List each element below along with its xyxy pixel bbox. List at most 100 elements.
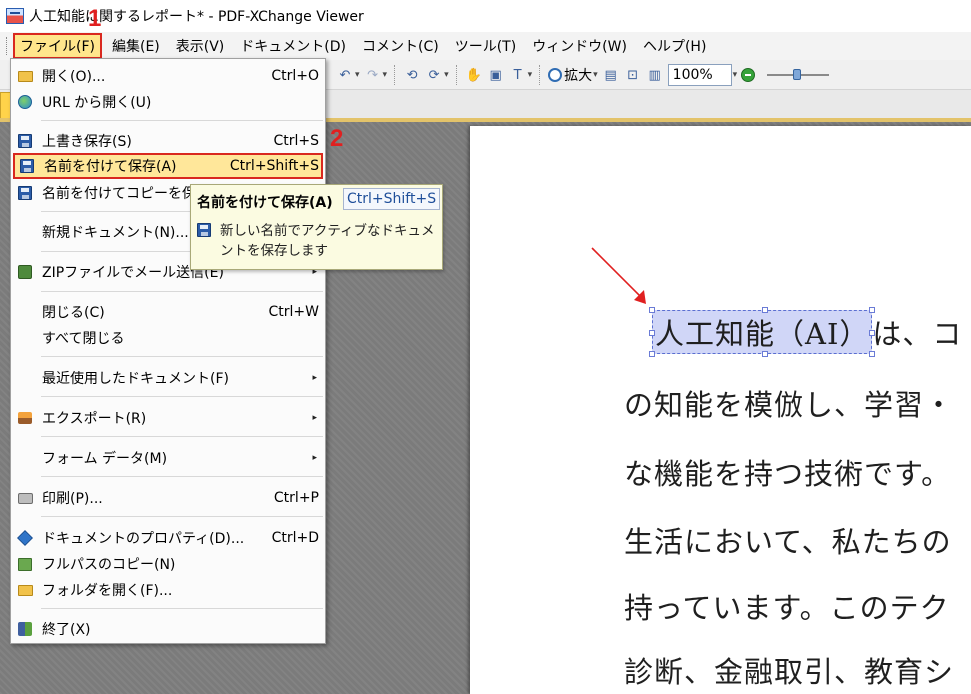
open-folder-icon (17, 582, 33, 598)
rotate-dropdown-icon[interactable]: ▾ (444, 70, 449, 80)
zoom-level-dropdown-icon[interactable]: ▾ (733, 70, 738, 80)
save-as-tooltip: 名前を付けて保存(A) Ctrl+Shift+S 新しい名前でアクティブなドキュ… (190, 184, 443, 270)
zoom-in-dropdown-icon[interactable]: ▾ (593, 70, 598, 80)
properties-icon (17, 530, 33, 546)
menu-item-open[interactable]: 開く(O)... Ctrl+O (11, 63, 325, 89)
rotate-left-icon[interactable]: ⟲ (403, 66, 421, 84)
selection-handle[interactable] (649, 351, 655, 357)
zip-mail-icon (17, 264, 33, 280)
zoom-out-icon[interactable] (741, 68, 756, 82)
document-line-4: 生活において、私たちの (624, 525, 952, 559)
document-line-6: 診断、金融取引、教育シ (624, 655, 955, 689)
menu-item-new-document[interactable]: 新規ドキュメント(N)... (11, 219, 191, 245)
menu-item-form-data[interactable]: フォーム データ(M) ▸ (11, 445, 325, 471)
app-icon (6, 8, 24, 24)
menu-item-export[interactable]: エクスポート(R) ▸ (11, 405, 325, 431)
menu-item-save[interactable]: 上書き保存(S) Ctrl+S (11, 128, 325, 154)
menu-view[interactable]: 表示(V) (168, 33, 233, 59)
fit-page-icon[interactable]: ⊡ (624, 66, 642, 84)
step-2-callout: 2 (330, 125, 344, 152)
menu-item-label: 上書き保存(S) (42, 134, 132, 150)
menu-item-exit[interactable]: 終了(X) (11, 616, 325, 642)
menu-item-shortcut: Ctrl+W (268, 304, 319, 320)
window-title: 人工知能に関するレポート* - PDF-XChange Viewer (29, 9, 364, 25)
snapshot-icon[interactable]: ▣ (487, 66, 505, 84)
printer-icon (17, 490, 33, 506)
fit-width-icon[interactable]: ▥ (646, 66, 664, 84)
zoom-in-icon (548, 68, 563, 82)
menu-grip[interactable] (6, 37, 9, 55)
undo-icon[interactable]: ↶ (336, 66, 354, 84)
hand-tool-icon[interactable]: ✋ (465, 66, 483, 84)
menu-separator (41, 476, 323, 477)
undo-dropdown-icon[interactable]: ▾ (355, 70, 360, 80)
menu-item-copy-full-path[interactable]: フルパスのコピー(N) (11, 551, 325, 577)
menu-item-label: 名前を付けてコピーを保存 (42, 186, 191, 202)
document-line-5: 持っています。このテク (624, 591, 950, 625)
menu-item-recent-documents[interactable]: 最近使用したドキュメント(F) ▸ (11, 365, 325, 391)
menu-item-shortcut: Ctrl+Shift+S (229, 158, 319, 174)
menu-item-open-url[interactable]: URL から開く(U) (11, 89, 325, 115)
document-line-1: 人工知能（AI） は、コ (649, 307, 962, 357)
menu-item-save-copy[interactable]: 名前を付けてコピーを保存 (11, 180, 191, 206)
selection-handle[interactable] (869, 329, 876, 336)
zoom-level-input[interactable]: 100% (667, 64, 732, 86)
menu-comment[interactable]: コメント(C) (354, 33, 447, 59)
menu-item-label: 終了(X) (42, 622, 91, 638)
menu-help[interactable]: ヘルプ(H) (635, 33, 714, 59)
selected-text-box[interactable]: 人工知能（AI） (649, 307, 876, 357)
menu-tools[interactable]: ツール(T) (447, 33, 524, 59)
menu-separator (41, 211, 191, 212)
toolbar-separator (394, 65, 396, 85)
title-bar: 人工知能に関するレポート* - PDF-XChange Viewer (0, 0, 971, 32)
select-text-icon[interactable]: T (509, 66, 527, 84)
selection-handle[interactable] (649, 329, 655, 336)
menu-item-label: 最近使用したドキュメント(F) (42, 371, 229, 387)
menu-item-document-properties[interactable]: ドキュメントのプロパティ(D)... Ctrl+D (11, 525, 325, 551)
selection-handle[interactable] (649, 307, 655, 313)
menu-file[interactable]: ファイル(F) (13, 33, 102, 59)
submenu-arrow-icon: ▸ (312, 453, 317, 463)
menu-bar: ファイル(F) 編集(E) 表示(V) ドキュメント(D) コメント(C) ツー… (0, 32, 971, 60)
menu-item-label: エクスポート(R) (42, 411, 147, 427)
menu-separator (41, 436, 323, 437)
menu-item-shortcut: Ctrl+O (271, 68, 319, 84)
menu-item-close-all[interactable]: すべて閉じる (11, 325, 325, 351)
rotate-right-icon[interactable]: ⟳ (425, 66, 443, 84)
document-line-3: な機能を持つ技術です。 (624, 457, 952, 491)
menu-item-print[interactable]: 印刷(P)... Ctrl+P (11, 485, 325, 511)
menu-separator (41, 608, 323, 609)
menu-edit[interactable]: 編集(E) (104, 33, 168, 59)
menu-item-save-as[interactable]: 名前を付けて保存(A) Ctrl+Shift+S (13, 153, 323, 179)
menu-item-open-folder[interactable]: フォルダを開く(F)... (11, 577, 325, 603)
menu-item-label: 名前を付けて保存(A) (44, 159, 177, 175)
menu-item-label: フォルダを開く(F)... (42, 583, 173, 599)
selection-handle[interactable] (869, 307, 876, 313)
zoom-slider-thumb[interactable] (793, 69, 802, 80)
menu-separator (41, 396, 323, 397)
menu-item-label: フルパスのコピー(N) (42, 557, 176, 573)
save-disk-icon (17, 133, 33, 149)
document-line-2: の知能を模倣し、学習・ (624, 388, 955, 422)
file-menu-dropdown: 開く(O)... Ctrl+O URL から開く(U) 上書き保存(S) Ctr… (10, 58, 326, 644)
menu-item-shortcut: Ctrl+P (273, 490, 319, 506)
tooltip-title: 名前を付けて保存(A) (197, 195, 333, 211)
submenu-arrow-icon: ▸ (312, 413, 317, 423)
redo-icon[interactable]: ↷ (364, 66, 382, 84)
save-as-disk-icon (19, 158, 35, 174)
select-dropdown-icon[interactable]: ▾ (528, 70, 533, 80)
menu-document[interactable]: ドキュメント(D) (232, 33, 354, 59)
redo-dropdown-icon[interactable]: ▾ (383, 70, 388, 80)
actual-size-icon[interactable]: ▤ (602, 66, 620, 84)
menu-item-close[interactable]: 閉じる(C) Ctrl+W (11, 299, 325, 325)
selection-handle[interactable] (762, 307, 769, 313)
menu-separator (41, 516, 323, 517)
folder-icon (17, 68, 33, 84)
zoom-in-button[interactable]: 拡大 (548, 65, 592, 85)
menu-item-shortcut: Ctrl+D (271, 530, 319, 546)
menu-separator (41, 291, 323, 292)
zoom-slider[interactable] (767, 69, 830, 80)
selection-handle[interactable] (869, 351, 876, 357)
selection-handle[interactable] (762, 351, 769, 357)
menu-window[interactable]: ウィンドウ(W) (524, 33, 635, 59)
